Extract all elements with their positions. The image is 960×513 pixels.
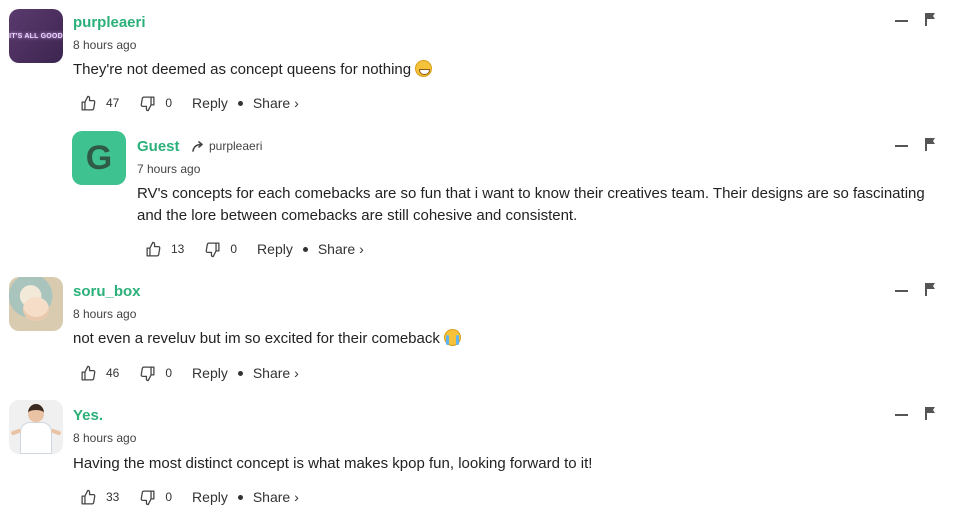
thumbs-up-icon [81, 95, 96, 111]
share-button[interactable]: Share › [318, 241, 364, 257]
comment-text: RV's concepts for each comebacks are so … [137, 183, 952, 227]
upvote-count: 13 [171, 242, 185, 256]
share-button[interactable]: Share › [253, 365, 299, 381]
reply-button[interactable]: Reply [257, 241, 293, 257]
thumbs-up-icon [81, 365, 96, 381]
comment-text-line: and the lore between comebacks are still… [137, 207, 578, 224]
upvote-button[interactable]: 47 [80, 95, 119, 112]
comment-text-body: They're not deemed as concept queens for… [73, 61, 412, 78]
separator-dot [237, 370, 243, 376]
avatar-head [28, 404, 44, 422]
collapse-icon[interactable] [895, 20, 908, 22]
comment-actions: 13 0 Reply Share › [145, 239, 364, 259]
timestamp: 8 hours ago [73, 38, 137, 52]
flag-icon[interactable] [925, 138, 936, 151]
thumbs-down-icon [140, 95, 155, 111]
separator-dot [302, 246, 308, 252]
flag-icon[interactable] [925, 407, 936, 420]
downvote-count: 0 [165, 366, 173, 380]
downvote-button[interactable]: 0 [204, 241, 237, 258]
collapse-icon[interactable] [895, 145, 908, 147]
avatar-body [20, 422, 52, 454]
comment-text: not even a reveluv but im so excited for… [73, 328, 461, 350]
timestamp: 8 hours ago [73, 431, 137, 445]
avatar[interactable]: IT'S ALL GOOD [9, 9, 63, 63]
timestamp: 8 hours ago [73, 307, 137, 321]
comment-actions: 47 0 Reply Share › [80, 93, 299, 113]
reply-to-username: purpleaeri [209, 139, 263, 153]
avatar-letter: G [85, 138, 113, 177]
username[interactable]: Yes. [73, 407, 103, 424]
separator-dot [237, 100, 243, 106]
comment-text: Having the most distinct concept is what… [73, 453, 592, 475]
avatar[interactable] [9, 277, 63, 331]
upvote-count: 33 [106, 490, 120, 504]
collapse-icon[interactable] [895, 290, 908, 292]
comment-text-body: Having the most distinct concept is what… [73, 455, 593, 472]
downvote-count: 0 [230, 242, 238, 256]
avatar-text: IT'S ALL GOOD [9, 32, 63, 40]
username[interactable]: soru_box [73, 283, 141, 300]
crying-face-icon [443, 329, 461, 346]
thumbs-down-icon [140, 365, 155, 381]
thumbs-up-icon [81, 489, 96, 505]
downvote-button[interactable]: 0 [139, 489, 172, 506]
downvote-count: 0 [165, 96, 173, 110]
timestamp: 7 hours ago [137, 162, 201, 176]
reply-arrow-icon [192, 140, 203, 152]
avatar-arm [50, 428, 62, 436]
avatar[interactable] [9, 400, 63, 454]
reply-button[interactable]: Reply [192, 95, 228, 111]
upvote-button[interactable]: 13 [145, 241, 184, 258]
upvote-button[interactable]: 46 [80, 365, 119, 382]
reply-button[interactable]: Reply [192, 489, 228, 505]
username[interactable]: Guest [137, 138, 180, 155]
comment-actions: 46 0 Reply Share › [80, 363, 299, 383]
comment-text-line: RV's concepts for each comebacks are so … [137, 185, 925, 202]
upvote-count: 47 [106, 96, 120, 110]
collapse-icon[interactable] [895, 414, 908, 416]
thumbs-up-icon [146, 241, 161, 257]
flag-icon[interactable] [925, 283, 936, 296]
thumbs-down-icon [205, 241, 220, 257]
reply-to-link[interactable]: purpleaeri [192, 139, 262, 153]
downvote-button[interactable]: 0 [139, 365, 172, 382]
share-button[interactable]: Share › [253, 95, 299, 111]
avatar[interactable]: G [72, 131, 126, 185]
grinning-face-icon [415, 60, 433, 77]
reply-button[interactable]: Reply [192, 365, 228, 381]
separator-dot [237, 494, 243, 500]
thumbs-down-icon [140, 489, 155, 505]
flag-icon[interactable] [925, 13, 936, 26]
downvote-count: 0 [165, 490, 173, 504]
username[interactable]: purpleaeri [73, 14, 146, 31]
downvote-button[interactable]: 0 [139, 95, 172, 112]
upvote-button[interactable]: 33 [80, 489, 119, 506]
comment-actions: 33 0 Reply Share › [80, 487, 299, 507]
upvote-count: 46 [106, 366, 120, 380]
share-button[interactable]: Share › [253, 489, 299, 505]
comment-text-body: not even a reveluv but im so excited for… [73, 330, 440, 347]
comment-text: They're not deemed as concept queens for… [73, 59, 433, 81]
